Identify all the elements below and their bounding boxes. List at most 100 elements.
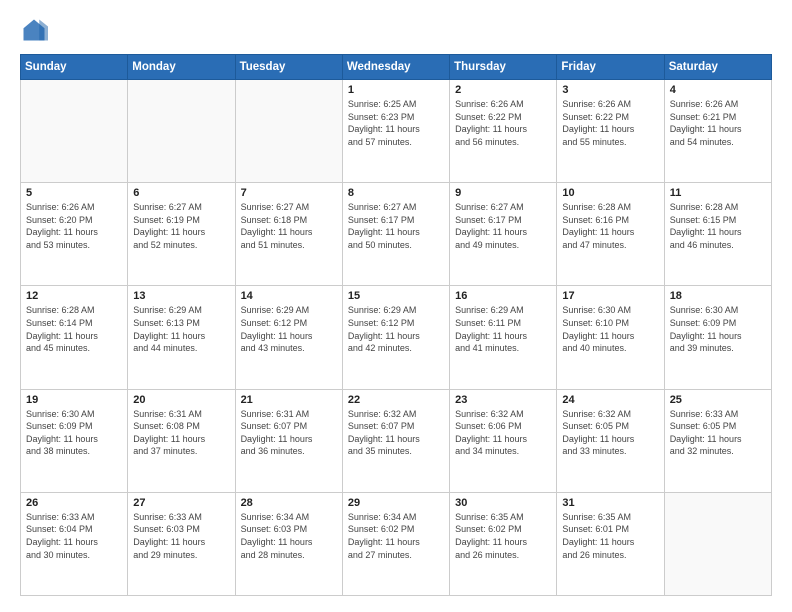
day-cell-22: 22 Sunrise: 6:32 AM Sunset: 6:07 PM Dayli… — [342, 389, 449, 492]
empty-cell — [235, 80, 342, 183]
day-number: 29 — [348, 497, 444, 509]
day-number: 9 — [455, 187, 551, 199]
day-number: 6 — [133, 187, 229, 199]
day-number: 19 — [26, 394, 122, 406]
day-cell-14: 14 Sunrise: 6:29 AM Sunset: 6:12 PM Dayli… — [235, 286, 342, 389]
day-info: Sunrise: 6:30 AM Sunset: 6:10 PM Dayligh… — [562, 304, 658, 354]
day-cell-29: 29 Sunrise: 6:34 AM Sunset: 6:02 PM Dayli… — [342, 492, 449, 595]
day-number: 1 — [348, 84, 444, 96]
day-cell-1: 1 Sunrise: 6:25 AM Sunset: 6:23 PM Daylig… — [342, 80, 449, 183]
day-number: 28 — [241, 497, 337, 509]
day-number: 5 — [26, 187, 122, 199]
day-info: Sunrise: 6:30 AM Sunset: 6:09 PM Dayligh… — [670, 304, 766, 354]
day-cell-15: 15 Sunrise: 6:29 AM Sunset: 6:12 PM Dayli… — [342, 286, 449, 389]
day-info: Sunrise: 6:31 AM Sunset: 6:08 PM Dayligh… — [133, 408, 229, 458]
day-info: Sunrise: 6:26 AM Sunset: 6:21 PM Dayligh… — [670, 98, 766, 148]
weekday-header-saturday: Saturday — [664, 55, 771, 80]
page: SundayMondayTuesdayWednesdayThursdayFrid… — [0, 0, 792, 612]
day-cell-16: 16 Sunrise: 6:29 AM Sunset: 6:11 PM Dayli… — [450, 286, 557, 389]
day-cell-8: 8 Sunrise: 6:27 AM Sunset: 6:17 PM Daylig… — [342, 183, 449, 286]
day-info: Sunrise: 6:29 AM Sunset: 6:13 PM Dayligh… — [133, 304, 229, 354]
day-number: 21 — [241, 394, 337, 406]
day-cell-3: 3Sunrise: 6:26 AM Sunset: 6:22 PM Daylig… — [557, 80, 664, 183]
day-cell-27: 27 Sunrise: 6:33 AM Sunset: 6:03 PM Dayli… — [128, 492, 235, 595]
week-row-4: 19 Sunrise: 6:30 AM Sunset: 6:09 PM Dayli… — [21, 389, 772, 492]
weekday-header-wednesday: Wednesday — [342, 55, 449, 80]
day-info: Sunrise: 6:32 AM Sunset: 6:07 PM Dayligh… — [348, 408, 444, 458]
day-cell-2: 2Sunrise: 6:26 AM Sunset: 6:22 PM Daylig… — [450, 80, 557, 183]
week-row-3: 12Sunrise: 6:28 AM Sunset: 6:14 PM Dayli… — [21, 286, 772, 389]
day-cell-18: 18Sunrise: 6:30 AM Sunset: 6:09 PM Dayli… — [664, 286, 771, 389]
day-cell-13: 13 Sunrise: 6:29 AM Sunset: 6:13 PM Dayli… — [128, 286, 235, 389]
day-number: 27 — [133, 497, 229, 509]
day-cell-11: 11Sunrise: 6:28 AM Sunset: 6:15 PM Dayli… — [664, 183, 771, 286]
calendar-table: SundayMondayTuesdayWednesdayThursdayFrid… — [20, 54, 772, 596]
day-info: Sunrise: 6:28 AM Sunset: 6:16 PM Dayligh… — [562, 201, 658, 251]
empty-cell — [664, 492, 771, 595]
day-info: Sunrise: 6:33 AM Sunset: 6:04 PM Dayligh… — [26, 511, 122, 561]
weekday-header-sunday: Sunday — [21, 55, 128, 80]
day-cell-5: 5 Sunrise: 6:26 AM Sunset: 6:20 PM Daylig… — [21, 183, 128, 286]
day-number: 2 — [455, 84, 551, 96]
week-row-2: 5 Sunrise: 6:26 AM Sunset: 6:20 PM Daylig… — [21, 183, 772, 286]
day-info: Sunrise: 6:33 AM Sunset: 6:03 PM Dayligh… — [133, 511, 229, 561]
day-info: Sunrise: 6:29 AM Sunset: 6:12 PM Dayligh… — [348, 304, 444, 354]
weekday-header-tuesday: Tuesday — [235, 55, 342, 80]
day-cell-7: 7Sunrise: 6:27 AM Sunset: 6:18 PM Daylig… — [235, 183, 342, 286]
empty-cell — [128, 80, 235, 183]
day-number: 16 — [455, 290, 551, 302]
day-info: Sunrise: 6:30 AM Sunset: 6:09 PM Dayligh… — [26, 408, 122, 458]
day-number: 22 — [348, 394, 444, 406]
day-cell-17: 17 Sunrise: 6:30 AM Sunset: 6:10 PM Dayli… — [557, 286, 664, 389]
empty-cell — [21, 80, 128, 183]
weekday-header-thursday: Thursday — [450, 55, 557, 80]
day-info: Sunrise: 6:34 AM Sunset: 6:02 PM Dayligh… — [348, 511, 444, 561]
day-info: Sunrise: 6:26 AM Sunset: 6:22 PM Dayligh… — [562, 98, 658, 148]
day-number: 17 — [562, 290, 658, 302]
day-info: Sunrise: 6:27 AM Sunset: 6:17 PM Dayligh… — [455, 201, 551, 251]
day-info: Sunrise: 6:32 AM Sunset: 6:06 PM Dayligh… — [455, 408, 551, 458]
day-cell-23: 23 Sunrise: 6:32 AM Sunset: 6:06 PM Dayli… — [450, 389, 557, 492]
day-info: Sunrise: 6:35 AM Sunset: 6:02 PM Dayligh… — [455, 511, 551, 561]
day-cell-30: 30Sunrise: 6:35 AM Sunset: 6:02 PM Dayli… — [450, 492, 557, 595]
day-info: Sunrise: 6:31 AM Sunset: 6:07 PM Dayligh… — [241, 408, 337, 458]
day-info: Sunrise: 6:34 AM Sunset: 6:03 PM Dayligh… — [241, 511, 337, 561]
day-number: 4 — [670, 84, 766, 96]
day-info: Sunrise: 6:27 AM Sunset: 6:17 PM Dayligh… — [348, 201, 444, 251]
day-info: Sunrise: 6:35 AM Sunset: 6:01 PM Dayligh… — [562, 511, 658, 561]
day-info: Sunrise: 6:25 AM Sunset: 6:23 PM Dayligh… — [348, 98, 444, 148]
weekday-header-monday: Monday — [128, 55, 235, 80]
day-info: Sunrise: 6:29 AM Sunset: 6:12 PM Dayligh… — [241, 304, 337, 354]
day-cell-10: 10Sunrise: 6:28 AM Sunset: 6:16 PM Dayli… — [557, 183, 664, 286]
day-info: Sunrise: 6:26 AM Sunset: 6:20 PM Dayligh… — [26, 201, 122, 251]
header — [20, 16, 772, 44]
day-number: 25 — [670, 394, 766, 406]
day-cell-6: 6 Sunrise: 6:27 AM Sunset: 6:19 PM Daylig… — [128, 183, 235, 286]
day-info: Sunrise: 6:28 AM Sunset: 6:14 PM Dayligh… — [26, 304, 122, 354]
day-cell-26: 26 Sunrise: 6:33 AM Sunset: 6:04 PM Dayli… — [21, 492, 128, 595]
day-cell-4: 4 Sunrise: 6:26 AM Sunset: 6:21 PM Daylig… — [664, 80, 771, 183]
week-row-1: 1 Sunrise: 6:25 AM Sunset: 6:23 PM Daylig… — [21, 80, 772, 183]
day-number: 23 — [455, 394, 551, 406]
weekday-header-row: SundayMondayTuesdayWednesdayThursdayFrid… — [21, 55, 772, 80]
logo — [20, 16, 52, 44]
day-info: Sunrise: 6:29 AM Sunset: 6:11 PM Dayligh… — [455, 304, 551, 354]
day-number: 31 — [562, 497, 658, 509]
day-cell-24: 24 Sunrise: 6:32 AM Sunset: 6:05 PM Dayli… — [557, 389, 664, 492]
day-number: 14 — [241, 290, 337, 302]
day-number: 26 — [26, 497, 122, 509]
day-info: Sunrise: 6:27 AM Sunset: 6:19 PM Dayligh… — [133, 201, 229, 251]
day-number: 24 — [562, 394, 658, 406]
day-cell-28: 28 Sunrise: 6:34 AM Sunset: 6:03 PM Dayli… — [235, 492, 342, 595]
day-number: 8 — [348, 187, 444, 199]
day-cell-25: 25 Sunrise: 6:33 AM Sunset: 6:05 PM Dayli… — [664, 389, 771, 492]
day-number: 15 — [348, 290, 444, 302]
logo-icon — [20, 16, 48, 44]
day-number: 13 — [133, 290, 229, 302]
day-info: Sunrise: 6:27 AM Sunset: 6:18 PM Dayligh… — [241, 201, 337, 251]
day-info: Sunrise: 6:32 AM Sunset: 6:05 PM Dayligh… — [562, 408, 658, 458]
day-cell-31: 31 Sunrise: 6:35 AM Sunset: 6:01 PM Dayli… — [557, 492, 664, 595]
day-info: Sunrise: 6:33 AM Sunset: 6:05 PM Dayligh… — [670, 408, 766, 458]
weekday-header-friday: Friday — [557, 55, 664, 80]
week-row-5: 26 Sunrise: 6:33 AM Sunset: 6:04 PM Dayli… — [21, 492, 772, 595]
